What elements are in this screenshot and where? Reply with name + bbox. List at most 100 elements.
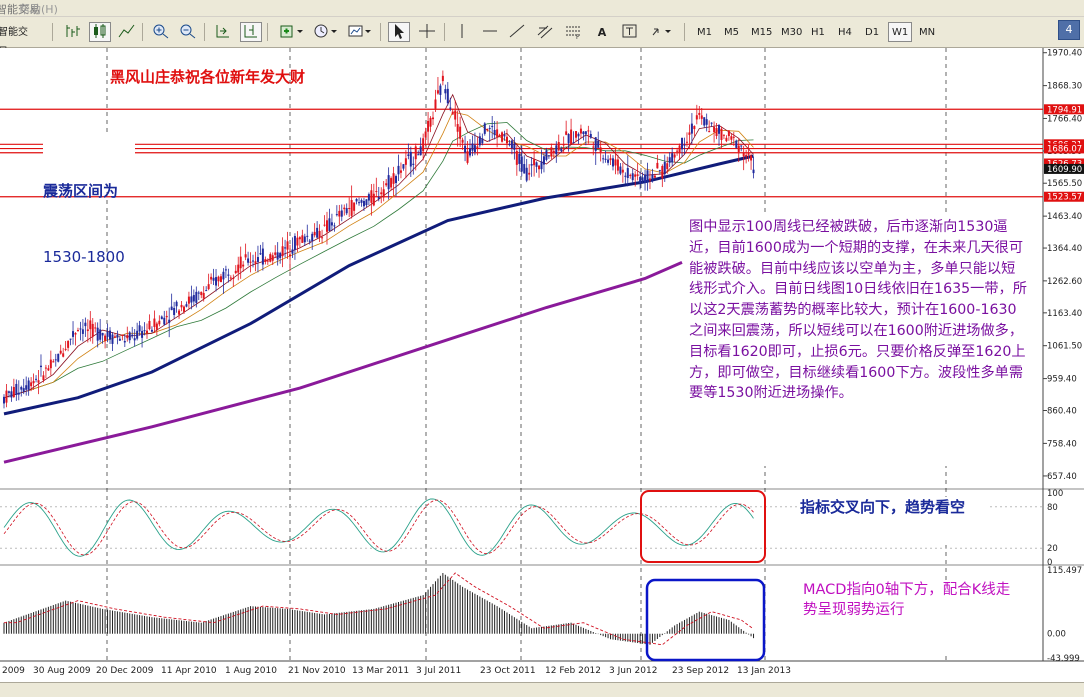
candle-body — [681, 137, 684, 150]
candle-body — [703, 117, 706, 126]
candle-body — [412, 163, 415, 165]
stoch-tick-label: 80 — [1047, 503, 1058, 513]
period-clock-icon[interactable] — [311, 22, 341, 42]
macd-tick-label: 0.00 — [1047, 630, 1066, 640]
candle-body — [239, 256, 242, 269]
candle-body — [584, 131, 587, 135]
candle-body — [471, 143, 474, 151]
candle-body — [441, 75, 444, 82]
candle-body — [5, 390, 8, 403]
candle-body — [353, 202, 356, 211]
candle-body — [382, 189, 385, 198]
timeframe-mn[interactable]: MN — [915, 22, 939, 42]
templates-icon[interactable] — [345, 22, 375, 42]
candle-body — [200, 291, 203, 296]
text-tool-icon[interactable]: A — [591, 22, 613, 42]
candle-body — [202, 292, 205, 299]
candle-body — [491, 125, 494, 127]
level-tag-label: 1686.07 — [1047, 144, 1082, 154]
timeframe-h1[interactable]: H1 — [807, 22, 829, 42]
chart-shift-icon[interactable] — [240, 22, 262, 42]
candle-body — [27, 380, 30, 390]
fibonacci-icon[interactable]: F — [562, 22, 584, 42]
candle-body — [338, 210, 341, 217]
candle-body — [35, 378, 38, 380]
candle-body — [636, 174, 639, 176]
bar-chart-icon[interactable] — [62, 22, 84, 42]
candle-body — [81, 329, 84, 334]
cursor-icon[interactable] — [388, 22, 410, 42]
crosshair-icon[interactable] — [416, 22, 438, 42]
candle-body — [710, 122, 713, 124]
indicators-icon[interactable] — [277, 22, 307, 42]
candle-body — [634, 174, 637, 177]
candle-body — [42, 375, 45, 381]
candle-body — [118, 338, 121, 341]
level-tag-label: 1794.91 — [1047, 105, 1082, 115]
candle-body — [715, 128, 718, 137]
range-annotation[interactable]: 震荡区间为 1530-1800 — [43, 136, 135, 266]
candlestick-icon[interactable] — [89, 22, 111, 42]
price-tick-label: 1163.40 — [1047, 309, 1082, 319]
analysis-annotation[interactable]: 图中显示100周线已经被跌破，后市逐渐向1530逼近，目前1600成为一个短期的… — [686, 214, 1030, 466]
menu-help[interactable]: 帮助(H) — [19, 1, 58, 17]
candle-body — [168, 319, 171, 323]
candle-body — [483, 123, 486, 134]
line-chart-icon[interactable] — [116, 22, 138, 42]
candle-body — [555, 145, 558, 155]
candle-body — [345, 208, 348, 214]
text-label-icon[interactable] — [619, 22, 641, 42]
timeframe-m5[interactable]: M5 — [720, 22, 743, 42]
candle-body — [552, 150, 555, 153]
candle-body — [461, 139, 464, 143]
candle-body — [508, 144, 511, 146]
candle-body — [39, 365, 42, 368]
candle-body — [333, 225, 336, 227]
candle-body — [690, 123, 693, 134]
stoch-tick-label: 100 — [1047, 489, 1063, 499]
svg-text:F: F — [576, 34, 580, 39]
timeframe-m15[interactable]: M15 — [747, 22, 776, 42]
candle-body — [720, 128, 723, 140]
stoch-annotation[interactable]: 指标交叉向下，趋势看空 — [800, 497, 988, 545]
macd-annotation[interactable]: MACD指向0轴下方，配合K线走势呈现弱势运行 — [803, 580, 1023, 652]
candle-body — [89, 320, 92, 330]
trendline-icon[interactable] — [506, 22, 528, 42]
candle-body — [328, 218, 331, 231]
candle-body — [407, 154, 410, 156]
channel-icon[interactable] — [534, 22, 556, 42]
zoom-out-icon[interactable] — [177, 22, 199, 42]
chart-area[interactable]: 1970.401868.301766.401665.501565.501463.… — [0, 48, 1084, 682]
candle-body — [424, 131, 427, 138]
auto-scroll-icon[interactable] — [212, 22, 234, 42]
candle-body — [289, 254, 292, 257]
price-tick-label: 1463.40 — [1047, 212, 1082, 222]
candle-body — [464, 145, 467, 153]
autotrading-button[interactable]: 智能交易 — [0, 22, 40, 58]
candle-body — [293, 235, 296, 250]
timeframe-h4[interactable]: H4 — [834, 22, 856, 42]
timeframe-m1[interactable]: M1 — [693, 22, 716, 42]
candle-body — [20, 387, 23, 390]
vertical-line-icon[interactable] — [451, 22, 473, 42]
candle-body — [727, 130, 730, 137]
candle-body — [175, 301, 178, 307]
candle-body — [530, 164, 533, 166]
candle-body — [540, 161, 543, 170]
candle-body — [503, 135, 506, 137]
candle-body — [397, 165, 400, 175]
candle-body — [197, 292, 200, 294]
badge-count[interactable]: 4 — [1058, 20, 1080, 40]
timeframe-m30[interactable]: M30 — [777, 22, 806, 42]
candle-body — [111, 334, 114, 344]
candle-body — [722, 134, 725, 136]
zoom-in-icon[interactable] — [150, 22, 172, 42]
candle-body — [708, 131, 711, 133]
timeframe-w1[interactable]: W1 — [888, 22, 913, 42]
arrows-icon[interactable] — [648, 22, 676, 42]
horizontal-line-icon[interactable] — [479, 22, 501, 42]
candle-body — [399, 170, 402, 173]
timeframe-d1[interactable]: D1 — [861, 22, 883, 42]
candle-body — [639, 177, 642, 184]
greeting-annotation[interactable]: 黑风山庄恭祝各位新年发大财 — [110, 66, 305, 87]
